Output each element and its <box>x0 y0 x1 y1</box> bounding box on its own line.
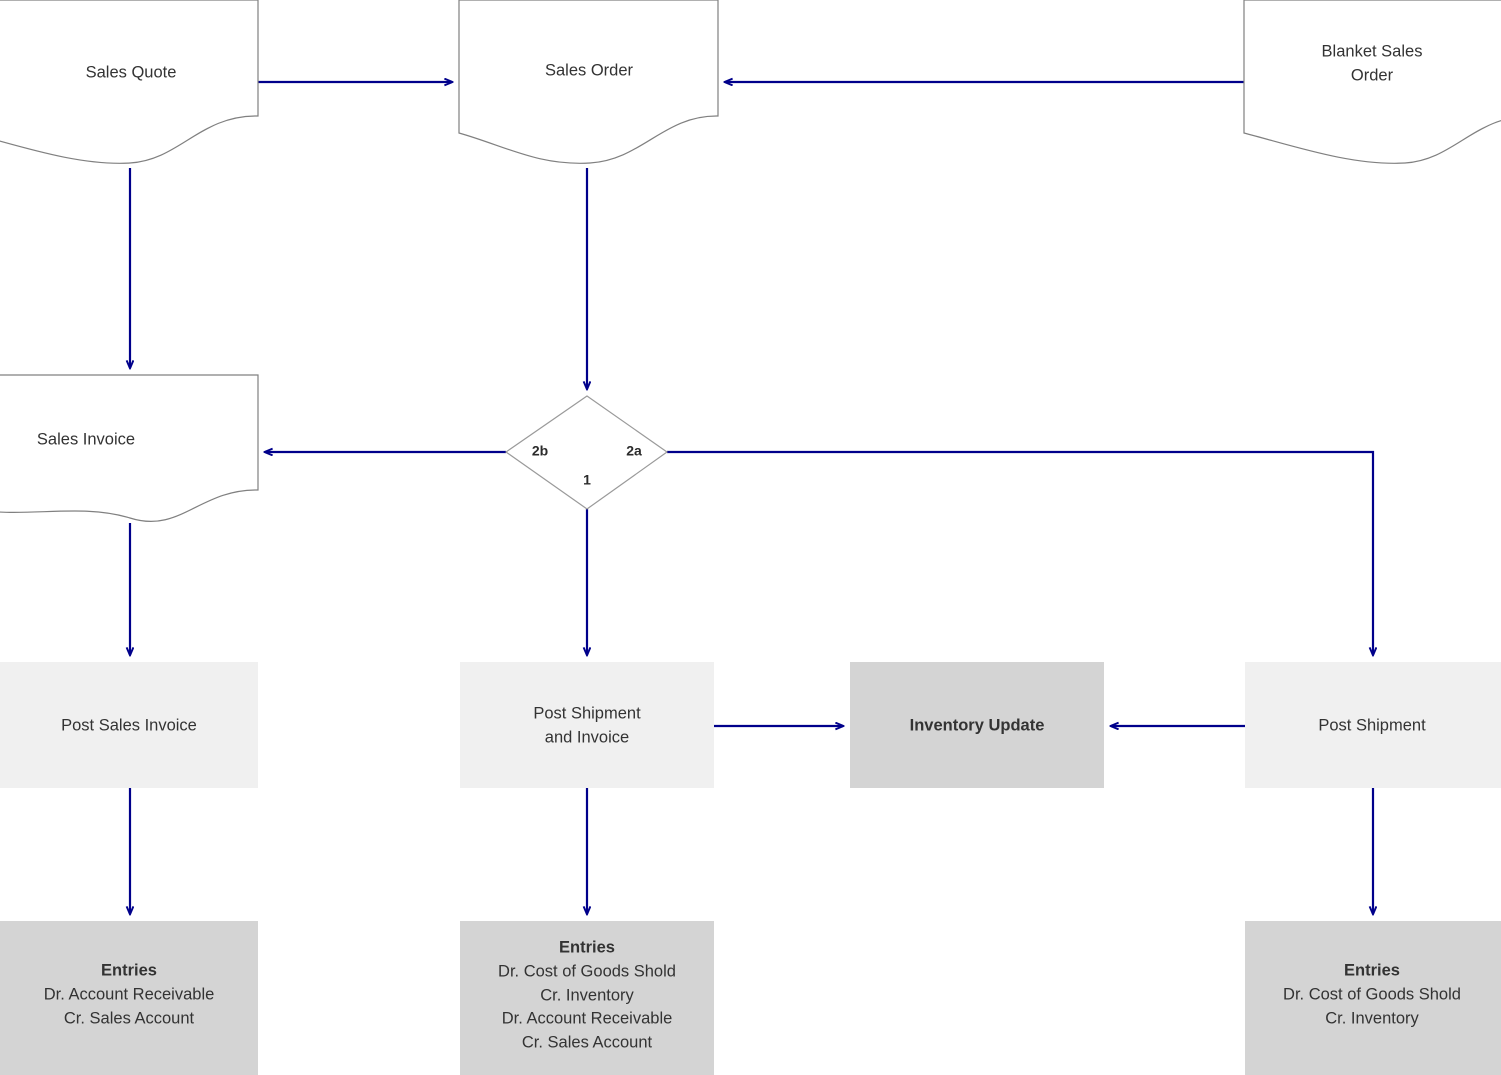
node-post-shipment-and-invoice[interactable]: Post Shipment and Invoice <box>460 662 714 788</box>
node-entries-middle[interactable]: Entries Dr. Cost of Goods Shold Cr. Inve… <box>460 921 714 1075</box>
node-label-post-shipment: Post Shipment <box>1318 716 1426 734</box>
document-shape-sales-order <box>458 0 719 164</box>
node-post-shipment[interactable]: Post Shipment <box>1245 662 1501 788</box>
node-sales-invoice[interactable]: Sales Invoice <box>0 374 259 523</box>
node-label-sales-quote: Sales Quote <box>86 63 177 81</box>
node-label-blanket-sales-order-line1: Blanket Sales <box>1322 42 1423 60</box>
entries-left-line-1: Cr. Sales Account <box>64 1009 195 1027</box>
node-label-sales-order: Sales Order <box>545 61 634 79</box>
node-sales-quote[interactable]: Sales Quote <box>0 0 259 164</box>
edge-decision-2a-to-post-shipment <box>667 450 1373 655</box>
node-label-post-shipment-and-invoice-line1: Post Shipment <box>533 704 641 722</box>
entries-left-title: Entries <box>101 961 157 979</box>
entries-middle-line-2: Dr. Account Receivable <box>502 1009 673 1027</box>
process-box-post-shipment-and-invoice <box>460 662 714 788</box>
node-post-sales-invoice[interactable]: Post Sales Invoice <box>0 662 258 788</box>
diamond-shape-decision <box>504 395 669 510</box>
entries-left-line-0: Dr. Account Receivable <box>44 985 215 1003</box>
entries-right-line-1: Cr. Inventory <box>1325 1009 1419 1027</box>
entries-middle-line-3: Cr. Sales Account <box>522 1033 653 1051</box>
node-decision[interactable]: 2b 2a 1 <box>504 395 669 510</box>
document-shape-sales-quote <box>0 0 259 164</box>
decision-branch-label-2b: 2b <box>532 443 548 459</box>
decision-branch-label-1: 1 <box>583 472 591 488</box>
node-label-sales-invoice: Sales Invoice <box>37 430 135 448</box>
node-blanket-sales-order[interactable]: Blanket Sales Order <box>1243 0 1501 164</box>
connector-layer <box>130 82 1373 914</box>
node-sales-order[interactable]: Sales Order <box>458 0 719 164</box>
node-entries-right[interactable]: Entries Dr. Cost of Goods Shold Cr. Inve… <box>1245 921 1501 1075</box>
entries-right-title: Entries <box>1344 961 1400 979</box>
node-inventory-update[interactable]: Inventory Update <box>850 662 1104 788</box>
flowchart-canvas: Sales Quote Sales Order Blanket Sales Or… <box>0 0 1501 1075</box>
entries-middle-title: Entries <box>559 938 615 956</box>
node-label-inventory-update: Inventory Update <box>910 716 1045 734</box>
entries-right-line-0: Dr. Cost of Goods Shold <box>1283 985 1461 1003</box>
node-label-post-sales-invoice: Post Sales Invoice <box>61 716 197 734</box>
flowchart-svg: Sales Quote Sales Order Blanket Sales Or… <box>0 0 1501 1075</box>
entries-middle-line-1: Cr. Inventory <box>540 986 634 1004</box>
node-label-blanket-sales-order-line2: Order <box>1351 66 1394 84</box>
decision-branch-label-2a: 2a <box>626 443 642 459</box>
entries-middle-line-0: Dr. Cost of Goods Shold <box>498 962 676 980</box>
node-entries-left[interactable]: Entries Dr. Account Receivable Cr. Sales… <box>0 921 258 1075</box>
node-label-post-shipment-and-invoice-line2: and Invoice <box>545 728 629 746</box>
